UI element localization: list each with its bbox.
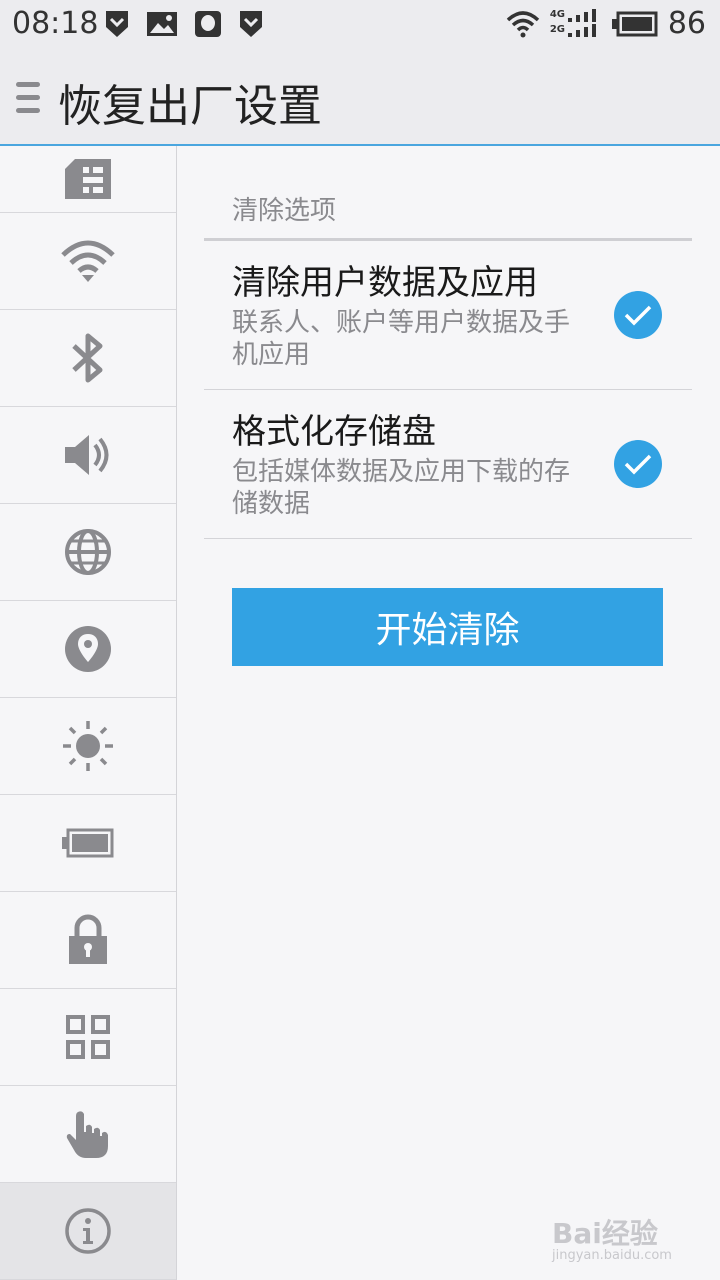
checkmark-icon [624, 454, 652, 475]
option-description: 包括媒体数据及应用下载的存储数据 [232, 457, 571, 519]
sidebar-item-bluetooth[interactable] [0, 310, 176, 407]
start-clear-button[interactable]: 开始清除 [232, 588, 663, 666]
lock-icon [69, 914, 107, 964]
option-title: 格式化存储盘 [232, 412, 436, 452]
watermark-url: jingyan.baidu.com [552, 1248, 672, 1263]
image-notification-icon [147, 12, 177, 36]
status-time: 08:18 [12, 6, 99, 41]
checkbox-checked[interactable] [614, 440, 662, 488]
sidebar-item-wifi[interactable] [0, 213, 176, 310]
option-title: 清除用户数据及应用 [232, 263, 538, 303]
info-icon [65, 1208, 111, 1254]
option-description: 联系人、账户等用户数据及手机应用 [232, 308, 571, 370]
shield-notification-icon [106, 11, 128, 37]
sidebar-item-sim[interactable] [0, 146, 176, 213]
shield-notification-icon-2 [240, 11, 262, 37]
apps-grid-icon [66, 1015, 110, 1059]
status-right: 4G 2G 86 [506, 6, 706, 41]
watermark-brand: Bai经验 [552, 1217, 658, 1250]
sidebar-item-security[interactable] [0, 892, 176, 989]
speaker-icon [65, 435, 109, 475]
notification-icons [104, 9, 264, 39]
sidebar-item-sound[interactable] [0, 407, 176, 504]
sidebar-item-apps[interactable] [0, 989, 176, 1086]
wifi-icon [61, 240, 115, 282]
network-4g-label: 4G [549, 8, 565, 20]
sidebar-item-about[interactable] [0, 1183, 176, 1280]
checkmark-icon [624, 305, 652, 326]
menu-icon[interactable] [16, 82, 40, 121]
bluetooth-icon [72, 333, 103, 383]
sidebar-item-location[interactable] [0, 601, 176, 698]
title-bar: 恢复出厂设置 [0, 50, 720, 146]
battery-icon [62, 828, 114, 858]
hand-pointer-icon [66, 1111, 108, 1158]
section-title: 清除选项 [232, 196, 337, 226]
sidebar-item-battery[interactable] [0, 795, 176, 892]
battery-status-icon [611, 11, 658, 36]
battery-percentage: 86 [667, 6, 706, 41]
signal-icon: 4G 2G [549, 8, 602, 39]
globe-icon [65, 529, 111, 575]
sidebar-item-language[interactable] [0, 504, 176, 601]
watermark: Bai经验 jingyan.baidu.com [552, 1212, 672, 1263]
sidebar-item-gestures[interactable] [0, 1086, 176, 1183]
location-icon [65, 626, 111, 672]
option-clear-user-data[interactable]: 清除用户数据及应用 联系人、账户等用户数据及手机应用 [204, 241, 692, 390]
checkbox-checked[interactable] [614, 291, 662, 339]
status-bar: 08:18 4G 2G 86 [0, 0, 720, 50]
sidebar-item-display[interactable] [0, 698, 176, 795]
page-title: 恢复出厂设置 [58, 81, 322, 132]
option-format-storage[interactable]: 格式化存储盘 包括媒体数据及应用下载的存储数据 [204, 390, 692, 539]
network-2g-label: 2G [549, 23, 565, 35]
brightness-icon [63, 721, 113, 771]
section-header: 清除选项 [204, 190, 692, 241]
wifi-status-icon [506, 10, 540, 37]
sim-card-icon [65, 159, 111, 199]
settings-sidebar [0, 146, 177, 1280]
qq-notification-icon [195, 11, 221, 37]
